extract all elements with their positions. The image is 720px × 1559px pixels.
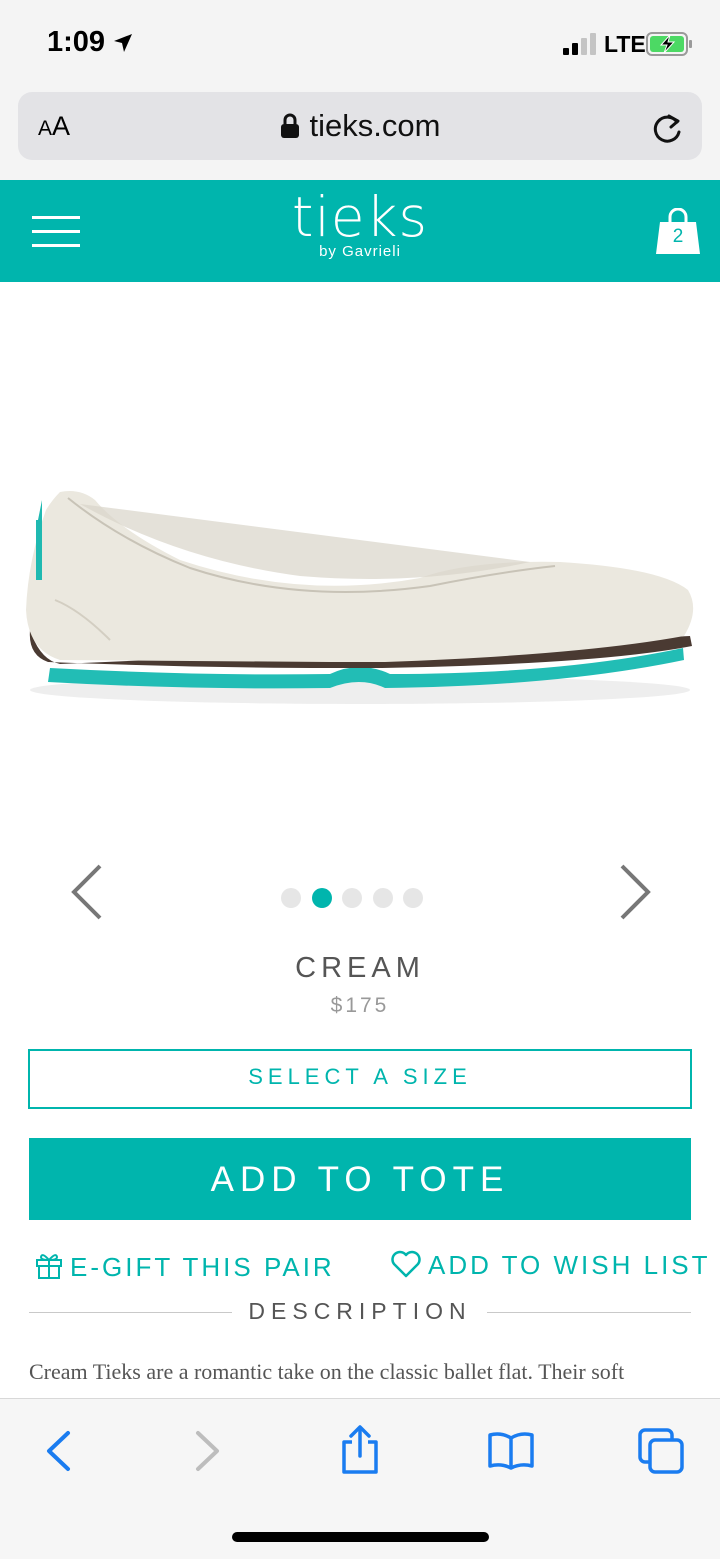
logo-wordmark: tieks [291, 185, 429, 249]
lock-icon [280, 113, 299, 138]
wishlist-label: ADD TO WISH LIST [428, 1250, 711, 1280]
heart-icon [391, 1250, 421, 1278]
reload-icon[interactable] [651, 112, 685, 146]
url-text: tieks.com [309, 108, 441, 143]
wishlist-link[interactable]: ADD TO WISH LIST [390, 1250, 711, 1281]
carousel-dot[interactable] [342, 888, 362, 908]
carousel-dot[interactable] [311, 888, 332, 908]
next-image-arrow-icon[interactable] [616, 862, 656, 922]
description-heading: DESCRIPTION [248, 1298, 472, 1324]
carousel-dot[interactable] [372, 888, 393, 908]
gift-icon [36, 1254, 62, 1279]
product-image-cream-ballet-flat[interactable] [0, 282, 720, 842]
carousel-dot[interactable] [403, 888, 423, 908]
network-type: LTE [604, 31, 646, 57]
share-icon[interactable] [338, 1424, 382, 1476]
status-time: 1:09 [47, 26, 106, 58]
select-size-label[interactable]: SELECT A SIZE [0, 1064, 720, 1090]
egift-link[interactable]: E-GIFT THIS PAIR [34, 1250, 335, 1283]
cellular-signal-icon [563, 33, 596, 55]
back-icon[interactable] [44, 1430, 72, 1472]
forward-icon[interactable] [194, 1430, 222, 1472]
bookmarks-icon[interactable] [487, 1432, 535, 1470]
egift-label: E-GIFT THIS PAIR [70, 1252, 335, 1282]
url-display[interactable]: tieks.com [0, 108, 720, 144]
description-text: Cream Tieks are a romantic take on the c… [29, 1359, 625, 1384]
logo-tagline: by Gavrieli [319, 243, 401, 260]
location-arrow-icon [114, 34, 132, 52]
add-to-tote-label[interactable]: ADD TO TOTE [0, 1160, 720, 1200]
product-price: $175 [330, 994, 390, 1017]
cart-count: 2 [672, 226, 684, 247]
battery-charging-icon [646, 32, 692, 56]
carousel-dot[interactable] [281, 888, 301, 908]
tabs-icon[interactable] [638, 1428, 686, 1476]
home-indicator [232, 1532, 489, 1542]
previous-image-arrow-icon[interactable] [66, 862, 106, 922]
tieks-logo[interactable]: tieks by Gavrieli [0, 188, 720, 260]
product-name: CREAM [295, 952, 425, 984]
